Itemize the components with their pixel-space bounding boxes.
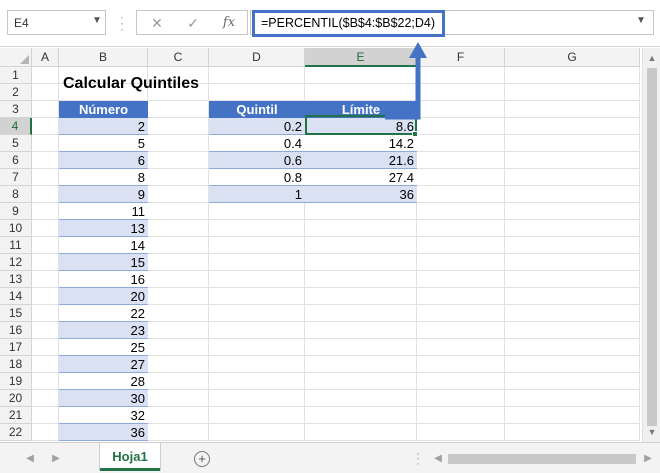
row-header-2[interactable]: 2 xyxy=(0,84,32,101)
select-all-corner[interactable] xyxy=(0,48,32,67)
row-header-12[interactable]: 12 xyxy=(0,254,32,271)
row-header-6[interactable]: 6 xyxy=(0,152,32,169)
scroll-up-icon[interactable]: ▲ xyxy=(643,50,660,66)
quintil-cell[interactable]: 0.4 xyxy=(209,135,305,152)
spreadsheet-window: E 4 ▼ · · · ✕ ✓ fx ▼ =PERCENTIL($B$4:$B$22;… xyxy=(0,0,660,473)
next-sheet-icon[interactable]: ▶ xyxy=(48,451,64,467)
column-gridline xyxy=(504,67,505,441)
column-header-d[interactable]: D xyxy=(209,48,305,67)
numero-cell[interactable]: 36 xyxy=(59,424,148,441)
limite-cell[interactable]: 21.6 xyxy=(305,152,417,169)
column-header-e[interactable]: E xyxy=(305,48,417,67)
insert-function-icon[interactable]: fx xyxy=(217,14,241,32)
horizontal-scrollbar[interactable]: ◀ ▶ xyxy=(430,449,658,469)
column-header-c[interactable]: C xyxy=(148,48,209,67)
limite-cell[interactable]: 36 xyxy=(305,186,417,203)
fill-handle[interactable] xyxy=(412,131,418,137)
numero-cell[interactable]: 22 xyxy=(59,305,148,322)
numero-cell[interactable]: 23 xyxy=(59,322,148,339)
numero-cell[interactable]: 11 xyxy=(59,203,148,220)
numero-cell[interactable]: 9 xyxy=(59,186,148,203)
quintil-cell[interactable]: 0.8 xyxy=(209,169,305,186)
sheet-tab-bar: ◀ ▶ Hoja1 + · · · ◀ ▶ xyxy=(0,442,660,473)
numero-cell[interactable]: 14 xyxy=(59,237,148,254)
numero-cell[interactable]: 13 xyxy=(59,220,148,237)
scroll-right-icon[interactable]: ▶ xyxy=(640,451,656,467)
quintil-header: Quintil xyxy=(209,101,305,118)
row-header-4[interactable]: 4 xyxy=(0,118,32,135)
formula-bar: E4 ▼ · · · ✕ ✓ fx ▼ =PERCENTIL($B$4:$B$22;… xyxy=(0,0,660,47)
horizontal-scroll-thumb[interactable] xyxy=(448,454,636,464)
row-header-19[interactable]: 19 xyxy=(0,373,32,390)
worksheet-grid[interactable]: ABCDEFG 1 2 3 4 5 6 7 8 9 10 11 12 13 14 15 16 17 18 19 20 2… xyxy=(0,48,642,442)
row-header-17[interactable]: 17 xyxy=(0,339,32,356)
numero-cell[interactable]: 28 xyxy=(59,373,148,390)
row-header-1[interactable]: 1 xyxy=(0,67,32,84)
add-sheet-plus-icon[interactable]: + xyxy=(194,451,210,467)
column-header-f[interactable]: F xyxy=(417,48,505,67)
row-header-7[interactable]: 7 xyxy=(0,169,32,186)
numero-cell[interactable]: 20 xyxy=(59,288,148,305)
quintil-cell[interactable]: 0.2 xyxy=(209,118,305,135)
sheet-tab-hoja1[interactable]: Hoja1 xyxy=(100,443,160,471)
limite-cell[interactable]: 27.4 xyxy=(305,169,417,186)
formula-text: =PERCENTIL($B$4:$B$22;D4) xyxy=(252,10,445,37)
active-cell-selection[interactable] xyxy=(305,115,417,135)
vertical-scroll-thumb[interactable] xyxy=(647,68,657,426)
row-header-3[interactable]: 3 xyxy=(0,101,32,118)
cancel-icon[interactable]: ✕ xyxy=(145,14,169,32)
expand-formula-chevron-icon[interactable]: ▼ xyxy=(634,14,648,28)
check-icon[interactable]: ✓ xyxy=(181,14,205,32)
tab-split-dots-icon[interactable]: · · · xyxy=(412,447,424,469)
prev-sheet-icon[interactable]: ◀ xyxy=(22,451,38,467)
numero-cell[interactable]: 16 xyxy=(59,271,148,288)
select-all-triangle-icon xyxy=(20,55,29,64)
chevron-down-icon[interactable]: ▼ xyxy=(90,14,104,28)
numero-cell[interactable]: 30 xyxy=(59,390,148,407)
quintil-cell[interactable]: 1 xyxy=(209,186,305,203)
numero-header: Número xyxy=(59,101,148,118)
numero-cell[interactable]: 6 xyxy=(59,152,148,169)
row-header-9[interactable]: 9 xyxy=(0,203,32,220)
formula-buttons: ✕ ✓ fx xyxy=(136,10,248,35)
numero-cell[interactable]: 27 xyxy=(59,356,148,373)
row-header-11[interactable]: 11 xyxy=(0,237,32,254)
numero-cell[interactable]: 8 xyxy=(59,169,148,186)
numero-cell[interactable]: 15 xyxy=(59,254,148,271)
scroll-left-icon[interactable]: ◀ xyxy=(430,451,446,467)
column-header-g[interactable]: G xyxy=(505,48,640,67)
row-header-10[interactable]: 10 xyxy=(0,220,32,237)
row-header-16[interactable]: 16 xyxy=(0,322,32,339)
row-header-13[interactable]: 13 xyxy=(0,271,32,288)
column-header-b[interactable]: B xyxy=(59,48,148,67)
quintil-cell[interactable]: 0.6 xyxy=(209,152,305,169)
row-header-5[interactable]: 5 xyxy=(0,135,32,152)
row-header-18[interactable]: 18 xyxy=(0,356,32,373)
row-header-15[interactable]: 15 xyxy=(0,305,32,322)
sheet-title: Calcular Quintiles xyxy=(63,75,200,92)
numero-cell[interactable]: 5 xyxy=(59,135,148,152)
row-header-21[interactable]: 21 xyxy=(0,407,32,424)
vertical-scrollbar[interactable]: ▲ ▼ xyxy=(642,48,660,442)
row-header-8[interactable]: 8 xyxy=(0,186,32,203)
column-gridline xyxy=(639,67,640,441)
numero-cell[interactable]: 25 xyxy=(59,339,148,356)
numero-cell[interactable]: 32 xyxy=(59,407,148,424)
numero-cell[interactable]: 2 xyxy=(59,118,148,135)
scroll-down-icon[interactable]: ▼ xyxy=(643,424,660,440)
limite-cell[interactable]: 14.2 xyxy=(305,135,417,152)
row-header-22[interactable]: 22 xyxy=(0,424,32,441)
column-header-a[interactable]: A xyxy=(32,48,59,67)
vertical-dots-icon[interactable]: · · · xyxy=(118,11,126,35)
row-header-20[interactable]: 20 xyxy=(0,390,32,407)
row-header-14[interactable]: 14 xyxy=(0,288,32,305)
